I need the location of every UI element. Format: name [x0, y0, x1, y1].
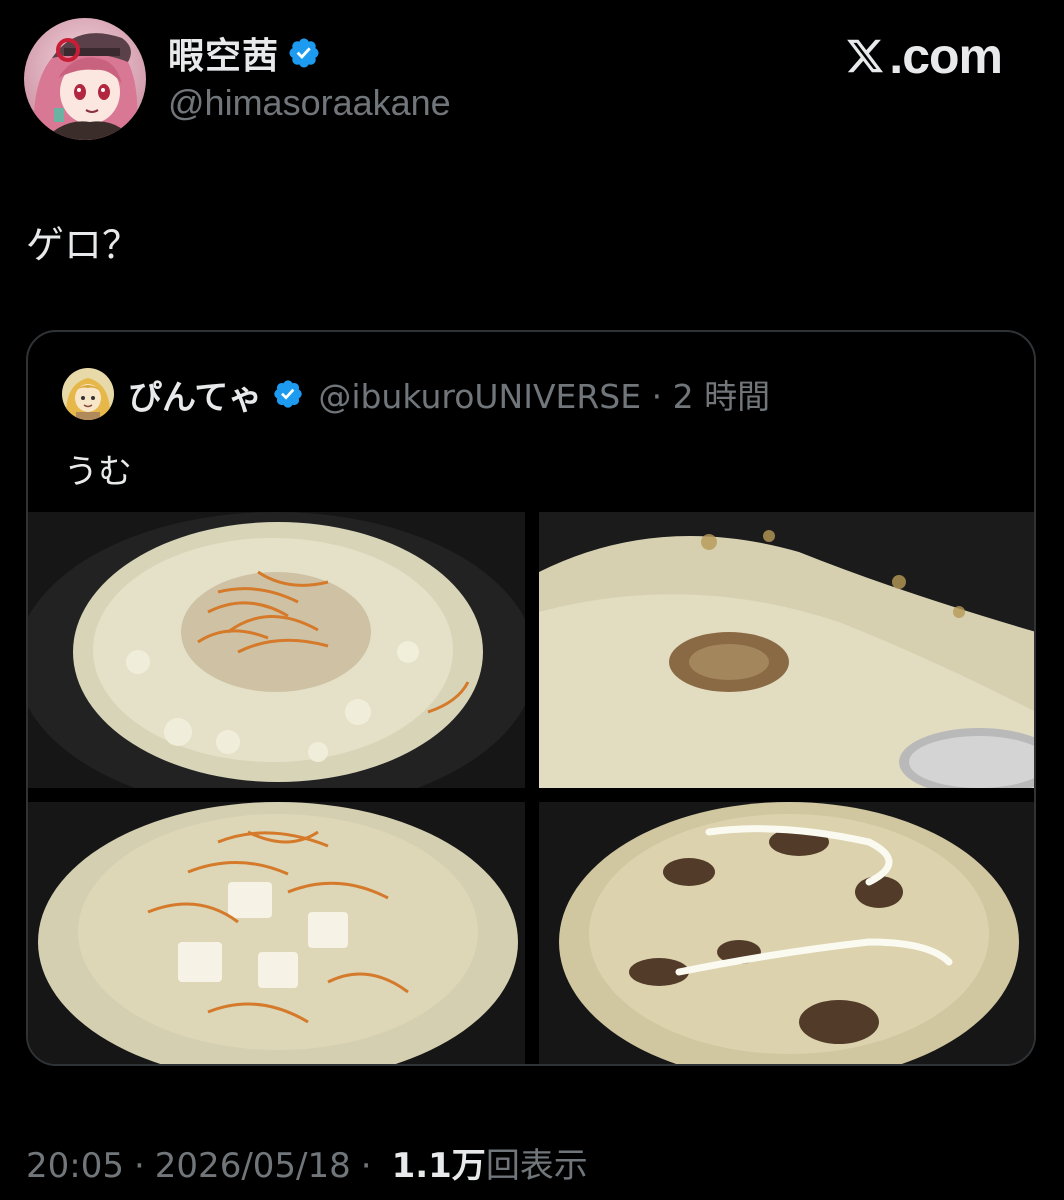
views-count: 1.1万	[391, 1146, 486, 1186]
separator: ·	[360, 1146, 372, 1186]
views-label: 回表示	[485, 1146, 588, 1186]
author-handle[interactable]: @himasoraakane	[168, 82, 451, 124]
photo-4[interactable]	[539, 802, 1034, 1064]
quoted-tweet-text: うむ	[64, 452, 132, 492]
photo-3[interactable]	[28, 802, 525, 1064]
quoted-tweet-header: ぴんてゃ @ibukuroUNIVERSE · 2 時間	[62, 366, 770, 422]
quoted-author-name[interactable]: ぴんてゃ	[128, 370, 262, 419]
photo-2[interactable]	[539, 512, 1034, 788]
brand-label: .com	[889, 28, 1003, 84]
separator: ·	[133, 1146, 145, 1186]
verified-badge-icon	[274, 380, 302, 408]
author-display-name[interactable]: 暇空茜	[168, 27, 279, 79]
author-name-row[interactable]: 暇空茜	[168, 27, 321, 79]
photo-1[interactable]	[28, 512, 525, 788]
quoted-author-handle-time[interactable]: @ibukuroUNIVERSE · 2 時間	[318, 370, 770, 418]
tweet-meta: 20:05 · 2026/05/18 · 1.1万 回表示	[26, 1138, 588, 1187]
quoted-author-avatar[interactable]	[62, 368, 114, 420]
tweet-text: ゲロ？	[26, 223, 141, 267]
quoted-media-grid	[28, 512, 1034, 1064]
x-logo-icon	[847, 39, 884, 73]
quoted-tweet-card[interactable]: ぴんてゃ @ibukuroUNIVERSE · 2 時間 うむ	[26, 330, 1036, 1066]
verified-badge-icon	[289, 38, 319, 68]
x-brand: .com	[845, 28, 1003, 84]
tweet-time[interactable]: 20:05	[26, 1146, 124, 1186]
author-avatar[interactable]	[24, 18, 146, 140]
tweet-date[interactable]: 2026/05/18	[155, 1146, 351, 1186]
